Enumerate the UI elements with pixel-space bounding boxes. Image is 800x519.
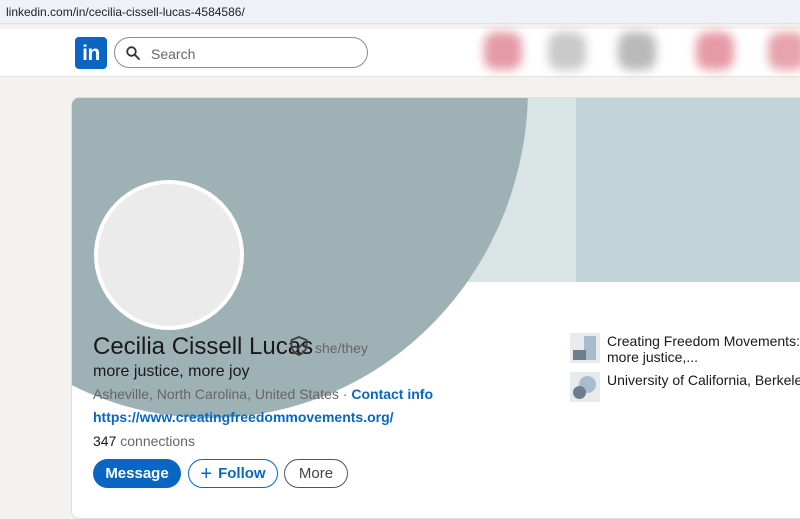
- profile-photo[interactable]: [94, 180, 244, 330]
- school-name: University of California, Berkeley: [607, 372, 800, 388]
- follow-label: Follow: [218, 465, 266, 482]
- profile-headline: more justice, more joy: [93, 363, 250, 380]
- linkedin-logo[interactable]: in: [75, 37, 107, 69]
- affiliation-school[interactable]: University of California, Berkeley: [570, 372, 800, 402]
- top-navigation: in: [0, 29, 800, 77]
- location-text: Asheville, North Carolina, United States: [93, 386, 339, 402]
- plus-icon: +: [200, 462, 213, 485]
- website-link[interactable]: https://www.creatingfreedommovements.org…: [93, 409, 394, 425]
- pronouns: she/they: [315, 340, 368, 356]
- profile-card: Cecilia Cissell Lucas she/they more just…: [71, 97, 800, 519]
- nav-item-network[interactable]: [548, 32, 586, 70]
- search-icon: [126, 46, 140, 60]
- nav-item-jobs[interactable]: [618, 32, 656, 70]
- affiliation-company[interactable]: Creating Freedom Movements: more justice…: [570, 333, 800, 365]
- nav-item-messaging[interactable]: [696, 32, 734, 70]
- verification-shield-icon[interactable]: [290, 336, 308, 356]
- company-name: Creating Freedom Movements: more justice…: [607, 333, 800, 365]
- school-logo: [570, 372, 600, 402]
- connections-number: 347: [93, 433, 117, 449]
- profile-name: Cecilia Cissell Lucas: [93, 333, 314, 360]
- search-bar[interactable]: [114, 37, 368, 68]
- address-bar[interactable]: linkedin.com/in/cecilia-cissell-lucas-45…: [0, 0, 800, 24]
- nav-item-home[interactable]: [484, 32, 522, 70]
- location-line: Asheville, North Carolina, United States…: [93, 386, 433, 402]
- contact-info-link[interactable]: Contact info: [351, 386, 433, 402]
- separator-dot: ·: [338, 386, 352, 402]
- nav-item-notifications[interactable]: [768, 32, 800, 70]
- follow-button[interactable]: + Follow: [188, 459, 278, 488]
- search-input[interactable]: [149, 42, 353, 65]
- connections-label: connections: [116, 433, 195, 449]
- message-button[interactable]: Message: [93, 459, 181, 488]
- connections-count[interactable]: 347 connections: [93, 433, 195, 449]
- more-button[interactable]: More: [284, 459, 348, 488]
- company-logo: [570, 333, 600, 363]
- url-text: linkedin.com/in/cecilia-cissell-lucas-45…: [6, 5, 245, 19]
